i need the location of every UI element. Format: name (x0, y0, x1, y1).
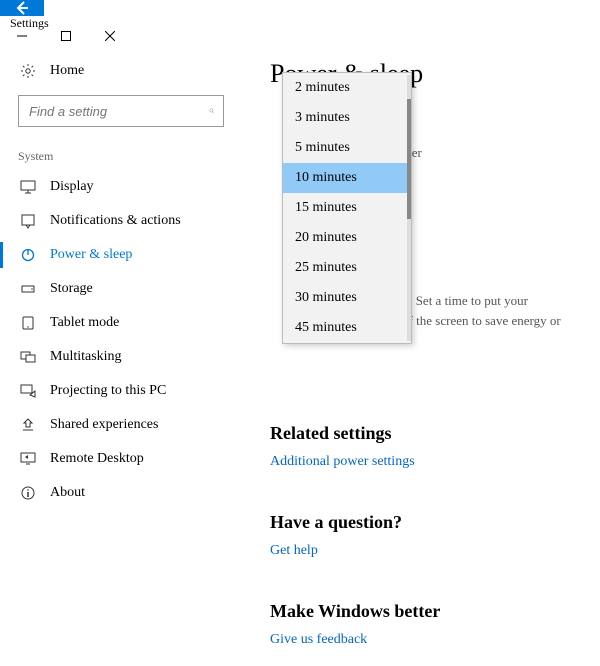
notifications-icon (20, 213, 36, 229)
remote-desktop-icon (20, 451, 36, 467)
dropdown-option[interactable]: 25 minutes (283, 253, 411, 283)
sidebar-item-label: Remote Desktop (50, 451, 144, 467)
about-icon (20, 485, 36, 501)
storage-icon (20, 281, 36, 297)
related-settings-heading: Related settings (270, 423, 600, 444)
sidebar-item-projecting[interactable]: Projecting to this PC (0, 374, 240, 408)
sidebar-item-about[interactable]: About (0, 476, 240, 510)
sidebar-item-remotedesktop[interactable]: Remote Desktop (0, 442, 240, 476)
question-heading: Have a question? (270, 512, 600, 533)
display-icon (20, 179, 36, 195)
sidebar-item-display[interactable]: Display (0, 170, 240, 204)
search-input[interactable] (27, 103, 209, 120)
sidebar-item-label: Tablet mode (50, 315, 119, 331)
home-label: Home (50, 63, 84, 79)
sidebar-item-shared[interactable]: Shared experiences (0, 408, 240, 442)
minimize-icon (17, 31, 27, 41)
sidebar-item-label: Projecting to this PC (50, 383, 166, 399)
feedback-link[interactable]: Give us feedback (270, 632, 367, 648)
sidebar-item-multitasking[interactable]: Multitasking (0, 340, 240, 374)
sidebar-item-label: Multitasking (50, 349, 122, 365)
partial-question-text: C? Set a time to put your off the screen… (398, 291, 561, 330)
minimize-button[interactable] (0, 31, 44, 41)
sleep-time-dropdown[interactable]: 2 minutes3 minutes5 minutes10 minutes15 … (282, 72, 412, 344)
dropdown-option[interactable]: 30 minutes (283, 283, 411, 313)
dropdown-option[interactable]: 10 minutes (283, 163, 411, 193)
tablet-icon (20, 315, 36, 331)
home-nav[interactable]: Home (0, 55, 240, 87)
settings-window: Settings Home (0, 0, 600, 666)
sidebar: Home System Display Notifications & acti… (0, 41, 240, 666)
feedback-heading: Make Windows better (270, 601, 600, 622)
gear-icon (20, 63, 36, 79)
sidebar-item-label: Notifications & actions (50, 213, 181, 229)
maximize-button[interactable] (44, 31, 88, 41)
multitasking-icon (20, 349, 36, 365)
shared-icon (20, 417, 36, 433)
search-box[interactable] (18, 95, 224, 127)
power-icon (20, 247, 36, 263)
sidebar-item-storage[interactable]: Storage (0, 272, 240, 306)
close-icon (105, 31, 115, 41)
sidebar-item-power-sleep[interactable]: Power & sleep (0, 238, 240, 272)
sidebar-item-label: Display (50, 179, 94, 195)
dropdown-option[interactable]: 2 minutes (283, 73, 411, 103)
window-controls (0, 31, 600, 41)
dropdown-option[interactable]: 15 minutes (283, 193, 411, 223)
sidebar-item-notifications[interactable]: Notifications & actions (0, 204, 240, 238)
sidebar-item-label: Storage (50, 281, 93, 297)
titlebar: Settings (0, 0, 600, 41)
sidebar-item-label: Shared experiences (50, 417, 158, 433)
projecting-icon (20, 383, 36, 399)
sidebar-item-label: Power & sleep (50, 247, 132, 263)
dropdown-option[interactable]: 3 minutes (283, 103, 411, 133)
dropdown-option[interactable]: 20 minutes (283, 223, 411, 253)
sidebar-item-tablet[interactable]: Tablet mode (0, 306, 240, 340)
dropdown-option[interactable]: 5 minutes (283, 133, 411, 163)
get-help-link[interactable]: Get help (270, 543, 318, 559)
back-button[interactable] (0, 0, 44, 16)
window-title: Settings (0, 16, 600, 31)
additional-power-settings-link[interactable]: Additional power settings (270, 454, 415, 470)
close-button[interactable] (88, 31, 132, 41)
search-icon (209, 108, 215, 114)
arrow-left-icon (14, 0, 30, 16)
sidebar-item-label: About (50, 485, 85, 501)
maximize-icon (61, 31, 71, 41)
dropdown-option[interactable]: 45 minutes (283, 313, 411, 343)
section-label: System (0, 145, 240, 170)
dropdown-scrollbar-thumb[interactable] (407, 99, 411, 219)
